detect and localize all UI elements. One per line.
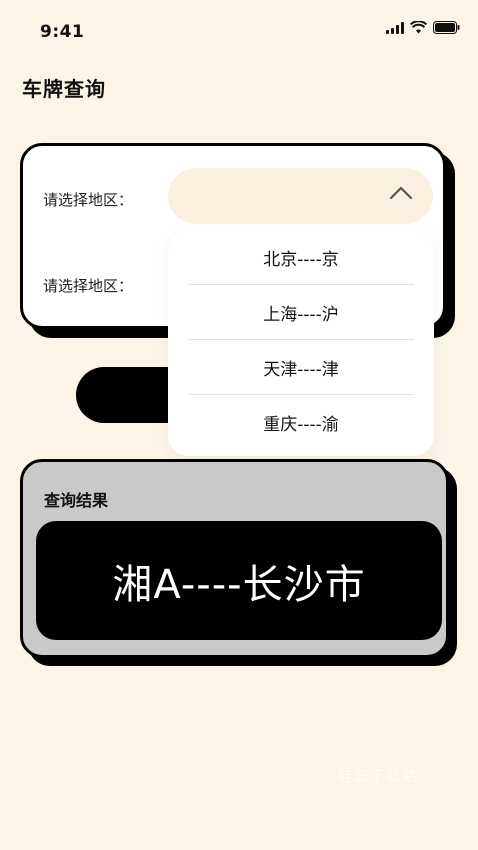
region-select-1[interactable] (168, 168, 433, 224)
watermark: 哇哥下载站 (338, 767, 419, 785)
status-icons (386, 21, 460, 34)
dropdown-option-beijing[interactable]: 北京----京 (188, 230, 414, 285)
result-card: 查询结果 湘A----长沙市 (20, 459, 449, 658)
dropdown-option-tianjin[interactable]: 天津----津 (188, 340, 414, 395)
region-label-1: 请选择地区： (43, 191, 134, 209)
status-bar: 9:41 (0, 0, 478, 60)
battery-icon (433, 21, 460, 34)
region-label-2: 请选择地区： (43, 277, 134, 295)
status-time: 9:41 (40, 22, 85, 42)
region-dropdown: 北京----京 上海----沪 天津----津 重庆----渝 (168, 230, 434, 456)
chevron-up-icon[interactable] (389, 185, 413, 205)
dropdown-option-chongqing[interactable]: 重庆----渝 (188, 395, 414, 449)
signal-icon (386, 21, 404, 34)
page-title: 车牌查询 (22, 77, 106, 101)
result-plate: 湘A----长沙市 (36, 521, 442, 640)
dropdown-option-shanghai[interactable]: 上海----沪 (188, 285, 414, 340)
wifi-icon (410, 21, 427, 34)
result-title: 查询结果 (44, 491, 109, 510)
